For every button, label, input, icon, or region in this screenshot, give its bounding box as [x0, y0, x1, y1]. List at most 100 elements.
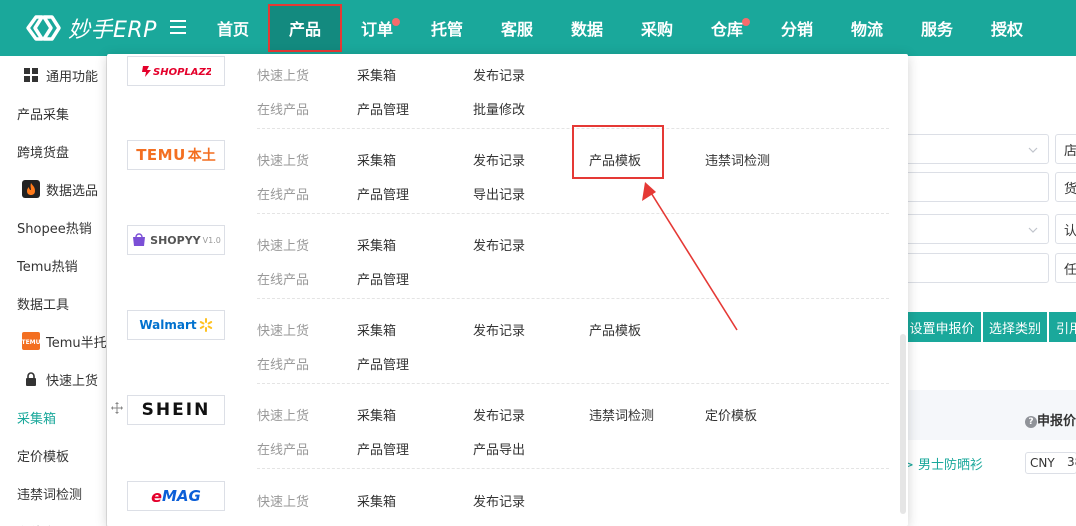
nav-item-7[interactable]: 仓库	[692, 4, 762, 52]
menu-link-0-1-2[interactable]: 批量修改	[473, 99, 525, 118]
sidebar-item-1[interactable]: 产品采集	[0, 94, 106, 132]
menu-link-3-0-3[interactable]: 产品模板	[589, 320, 641, 339]
sidebar: 通用功能产品采集跨境货盘数据选品 Shopee热销 Temu热销数据工具 TEMU Te…	[0, 56, 107, 526]
notification-dot	[392, 18, 400, 26]
sidebar-item-12[interactable]: 在线产品	[0, 512, 106, 526]
nav-item-6[interactable]: 采购	[622, 4, 692, 52]
nav-item-label: 客服	[500, 20, 533, 39]
sidebar-item-4[interactable]: Shopee热销	[0, 208, 106, 246]
sidebar-item-5[interactable]: Temu热销	[0, 246, 106, 284]
sidebar-item-label: 通用功能	[46, 69, 99, 85]
lock-icon	[22, 370, 40, 388]
sidebar-item-8[interactable]: 快速上货	[0, 360, 106, 398]
nav-item-0[interactable]: 首页	[198, 4, 268, 52]
menu-link-3-1-1[interactable]: 产品管理	[357, 354, 409, 373]
sidebar-item-11[interactable]: 违禁词检测	[0, 474, 106, 512]
filter-field-store[interactable]: 店	[1055, 134, 1076, 164]
filter-field-store-label: 店	[1064, 143, 1076, 159]
select-category-button[interactable]: 选择类别	[983, 312, 1047, 342]
set-declared-price-label: 设置申报价	[909, 321, 975, 337]
nav-item-label: 托管	[430, 20, 463, 39]
drag-handle-icon[interactable]	[111, 402, 123, 414]
menu-link-0-0-2[interactable]: 发布记录	[473, 65, 525, 84]
sidebar-item-3[interactable]: 数据选品	[0, 170, 106, 208]
menu-link-0-0-1[interactable]: 采集箱	[357, 65, 396, 84]
sidebar-item-9[interactable]: 采集箱	[0, 398, 106, 436]
sidebar-item-label: 产品采集	[17, 107, 70, 123]
menu-link-3-1-0[interactable]: 在线产品	[257, 354, 309, 373]
product-link[interactable]: > 男士防晒衫	[903, 454, 983, 473]
sidebar-item-7[interactable]: TEMU Temu半托	[0, 322, 106, 360]
currency-label: CNY	[1030, 456, 1055, 470]
menu-link-1-0-2[interactable]: 发布记录	[473, 150, 525, 169]
sidebar-item-2[interactable]: 跨境货盘	[0, 132, 106, 170]
filter-field-task[interactable]: 任	[1055, 253, 1076, 283]
menu-link-3-0-0[interactable]: 快速上货	[257, 320, 309, 339]
sidebar-item-label: 采集箱	[17, 411, 57, 427]
sidebar-item-label: Temu半托	[46, 335, 106, 351]
product-dropdown-menu: SHOPLAZZASHOPLAZZA快速上货采集箱发布记录在线产品产品管理批量修…	[107, 54, 908, 526]
sidebar-item-6[interactable]: 数据工具	[0, 284, 106, 322]
menu-link-4-0-1[interactable]: 采集箱	[357, 405, 396, 424]
menu-link-4-1-1[interactable]: 产品管理	[357, 439, 409, 458]
nav-item-11[interactable]: 授权	[972, 4, 1042, 52]
filter-field-recognize[interactable]: 认	[1055, 214, 1076, 244]
nav-item-3[interactable]: 托管	[412, 4, 482, 52]
nav-item-label: 采购	[640, 20, 673, 39]
menu-divider	[257, 468, 889, 469]
menu-link-5-0-0[interactable]: 快速上货	[257, 491, 309, 510]
menu-link-0-1-1[interactable]: 产品管理	[357, 99, 409, 118]
menu-link-4-0-4[interactable]: 定价模板	[705, 405, 757, 424]
nav-item-4[interactable]: 客服	[482, 4, 552, 52]
menu-link-5-0-1[interactable]: 采集箱	[357, 491, 396, 510]
brand-name: 妙手ERP	[68, 18, 157, 43]
filter-field-goods[interactable]: 货	[1055, 172, 1076, 202]
menu-link-1-0-1[interactable]: 采集箱	[357, 150, 396, 169]
menu-link-4-1-0[interactable]: 在线产品	[257, 439, 309, 458]
product-link-label: 男士防晒衫	[918, 458, 984, 473]
sidebar-item-0[interactable]: 通用功能	[0, 56, 106, 94]
nav-item-5[interactable]: 数据	[552, 4, 622, 52]
nav-item-10[interactable]: 服务	[902, 4, 972, 52]
nav-item-2[interactable]: 订单	[342, 4, 412, 52]
nav-item-9[interactable]: 物流	[832, 4, 902, 52]
nav-item-label: 物流	[850, 20, 883, 39]
menu-link-0-0-0[interactable]: 快速上货	[257, 65, 309, 84]
menu-divider	[257, 213, 889, 214]
menu-link-2-0-0[interactable]: 快速上货	[257, 235, 309, 254]
brand-logo[interactable]: 妙手ERP	[0, 9, 166, 47]
nav-item-1[interactable]: 产品	[268, 4, 342, 52]
filter-field-recognize-label: 认	[1064, 223, 1076, 239]
sidebar-item-10[interactable]: 定价模板	[0, 436, 106, 474]
menu-link-3-0-2[interactable]: 发布记录	[473, 320, 525, 339]
menu-link-1-0-4[interactable]: 违禁词检测	[705, 150, 770, 169]
reference-button[interactable]: 引用	[1049, 312, 1076, 342]
menu-link-2-0-2[interactable]: 发布记录	[473, 235, 525, 254]
menu-link-5-0-2[interactable]: 发布记录	[473, 491, 525, 510]
menu-divider	[257, 298, 889, 299]
help-icon: ?	[1025, 415, 1037, 428]
menu-link-1-1-1[interactable]: 产品管理	[357, 184, 409, 203]
set-declared-price-button[interactable]: 设置申报价	[903, 312, 981, 342]
menu-link-0-1-0[interactable]: 在线产品	[257, 99, 309, 118]
notification-dot	[742, 18, 750, 26]
menu-link-1-1-0[interactable]: 在线产品	[257, 184, 309, 203]
menu-link-2-1-0[interactable]: 在线产品	[257, 269, 309, 288]
menu-link-4-1-2[interactable]: 产品导出	[473, 439, 525, 458]
sidebar-item-label: 快速上货	[46, 373, 99, 389]
menu-link-4-0-3[interactable]: 违禁词检测	[589, 405, 654, 424]
select-category-label: 选择类别	[988, 321, 1041, 337]
sidebar-item-label: 在线产品	[17, 522, 69, 526]
menu-link-2-0-1[interactable]: 采集箱	[357, 235, 396, 254]
sidebar-item-label: 数据选品	[46, 183, 99, 199]
hamburger-icon[interactable]	[158, 18, 198, 39]
menu-link-4-0-0[interactable]: 快速上货	[257, 405, 309, 424]
sidebar-item-label: 数据工具	[17, 297, 70, 313]
menu-link-3-0-1[interactable]: 采集箱	[357, 320, 396, 339]
menu-link-1-0-0[interactable]: 快速上货	[257, 150, 309, 169]
menu-link-1-1-2[interactable]: 导出记录	[473, 184, 525, 203]
menu-link-4-0-2[interactable]: 发布记录	[473, 405, 525, 424]
dropdown-scrollbar[interactable]	[900, 334, 906, 514]
nav-item-8[interactable]: 分销	[762, 4, 832, 52]
menu-link-2-1-1[interactable]: 产品管理	[357, 269, 409, 288]
